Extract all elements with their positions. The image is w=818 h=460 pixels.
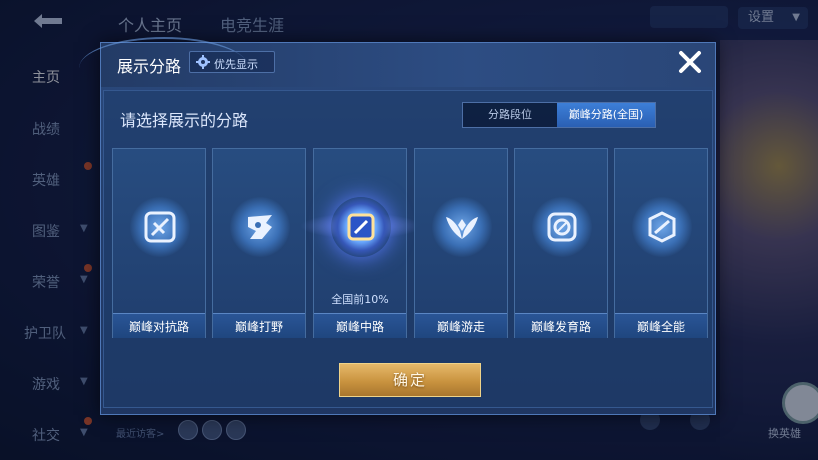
priority-display-button[interactable]: 优先显示 <box>189 51 275 73</box>
dragon-icon <box>230 197 290 257</box>
staff-icon <box>331 197 391 257</box>
role-name-bar: 巅峰游走 <box>415 313 507 338</box>
role-card-mid-lane[interactable]: 全国前10% 巅峰中路 <box>300 148 422 338</box>
dialog-header: 展示分路 优先显示 <box>79 37 715 87</box>
dialog-title: 展示分路 <box>117 57 182 76</box>
role-card-roam[interactable]: 巅峰游走 <box>414 148 508 338</box>
role-card-farm-lane[interactable]: 巅峰发育路 <box>514 148 608 338</box>
target-icon <box>532 197 592 257</box>
role-card-all-round[interactable]: 巅峰全能 <box>614 148 708 338</box>
allround-icon <box>632 197 692 257</box>
role-card-clash-lane[interactable]: 巅峰对抗路 <box>112 148 206 338</box>
wings-icon <box>432 197 492 257</box>
role-name-bar: 巅峰打野 <box>213 313 305 338</box>
role-name-bar: 巅峰对抗路 <box>113 313 205 338</box>
role-card-jungle[interactable]: 巅峰打野 <box>212 148 306 338</box>
dialog-content: 请选择展示的分路 分路段位 巅峰分路(全国) 巅峰对抗路 巅峰打野 全国前10%… <box>103 90 713 408</box>
close-icon[interactable] <box>675 47 705 77</box>
confirm-button[interactable]: 确定 <box>339 363 481 397</box>
role-name: 巅峰中路 <box>335 320 384 334</box>
role-rank: 全国前10% <box>331 293 389 306</box>
select-prompt: 请选择展示的分路 <box>120 111 249 130</box>
role-display-dialog: 展示分路 优先显示 请选择展示的分路 分路段位 巅峰分路(全国) 巅峰对抗路 巅… <box>79 37 716 415</box>
role-name-bar: 巅峰全能 <box>615 313 707 338</box>
role-name: 巅峰对抗路 <box>128 320 189 334</box>
priority-label: 优先显示 <box>214 58 258 71</box>
role-name-bar: 巅峰发育路 <box>515 313 607 338</box>
tab-role-rank[interactable]: 分路段位 <box>463 103 557 127</box>
gear-icon <box>196 55 210 69</box>
role-name: 巅峰打野 <box>234 320 283 334</box>
role-name: 巅峰全能 <box>636 320 685 334</box>
role-name-bar: 巅峰中路 <box>314 313 406 338</box>
tab-peak-role-national[interactable]: 巅峰分路(全国) <box>557 103 655 127</box>
role-name: 巅峰发育路 <box>530 320 591 334</box>
role-name: 巅峰游走 <box>436 320 485 334</box>
role-source-tabs: 分路段位 巅峰分路(全国) <box>462 102 656 128</box>
sword-icon <box>130 197 190 257</box>
